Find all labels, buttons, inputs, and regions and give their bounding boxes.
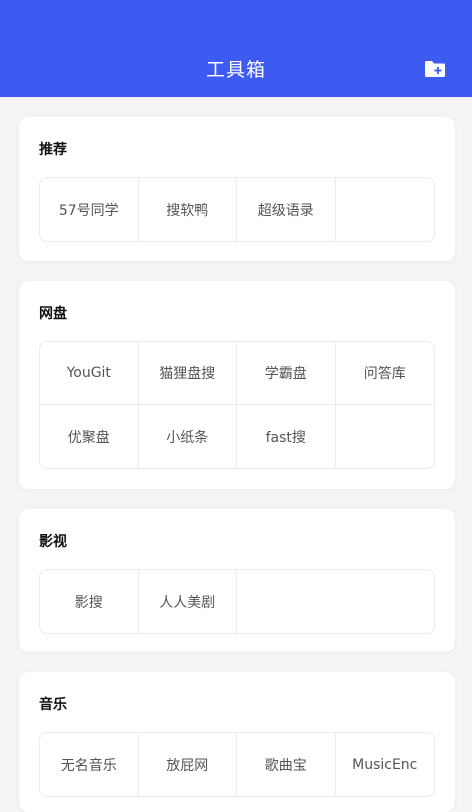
page-title: 工具箱 xyxy=(205,59,266,81)
tool-grid: 57号同学 搜软鸭 超级语录 xyxy=(39,177,435,242)
section-card-recommend: 推荐 57号同学 搜软鸭 超级语录 xyxy=(19,117,455,261)
tool-grid: 影搜 人人美剧 xyxy=(39,569,435,634)
tool-item[interactable]: 无名音乐 xyxy=(40,733,139,796)
tool-item[interactable]: 猫狸盘搜 xyxy=(138,342,237,405)
tool-item[interactable]: 搜软鸭 xyxy=(139,178,237,241)
tool-item[interactable]: 小纸条 xyxy=(139,405,237,468)
section-title: 音乐 xyxy=(39,697,67,713)
section-title: 影视 xyxy=(39,534,67,550)
section-title: 推荐 xyxy=(39,142,67,158)
tool-item[interactable]: 学霸盘 xyxy=(237,342,336,405)
section-card-netdisk: 网盘 YouGit 猫狸盘搜 学霸盘 问答库 优聚盘 小纸条 fast搜 xyxy=(19,281,455,489)
tool-item[interactable]: 歌曲宝 xyxy=(237,733,336,796)
tool-grid: 无名音乐 放屁网 歌曲宝 MusicEnc xyxy=(39,732,435,797)
folder-add-icon[interactable] xyxy=(424,60,446,78)
section-card-video: 影视 影搜 人人美剧 xyxy=(19,509,455,652)
app-header: 工具箱 xyxy=(0,0,472,97)
tool-item[interactable]: fast搜 xyxy=(237,405,336,468)
empty-cell xyxy=(237,570,336,633)
tool-item[interactable]: 人人美剧 xyxy=(139,570,237,633)
empty-cell xyxy=(336,178,435,241)
empty-cell xyxy=(336,570,435,633)
tool-item[interactable]: 问答库 xyxy=(335,342,434,405)
tool-item[interactable]: MusicEnc xyxy=(336,733,435,796)
tool-item[interactable]: 优聚盘 xyxy=(40,405,139,468)
tool-grid: YouGit 猫狸盘搜 学霸盘 问答库 优聚盘 小纸条 fast搜 xyxy=(39,341,435,469)
tool-item[interactable]: 影搜 xyxy=(40,570,139,633)
tool-item[interactable]: 超级语录 xyxy=(237,178,336,241)
section-card-music: 音乐 无名音乐 放屁网 歌曲宝 MusicEnc xyxy=(19,672,455,812)
tool-item[interactable]: 放屁网 xyxy=(139,733,237,796)
empty-cell xyxy=(336,405,435,468)
tool-item[interactable]: YouGit xyxy=(40,342,139,405)
tool-item[interactable]: 57号同学 xyxy=(40,178,139,241)
section-title: 网盘 xyxy=(39,306,67,322)
